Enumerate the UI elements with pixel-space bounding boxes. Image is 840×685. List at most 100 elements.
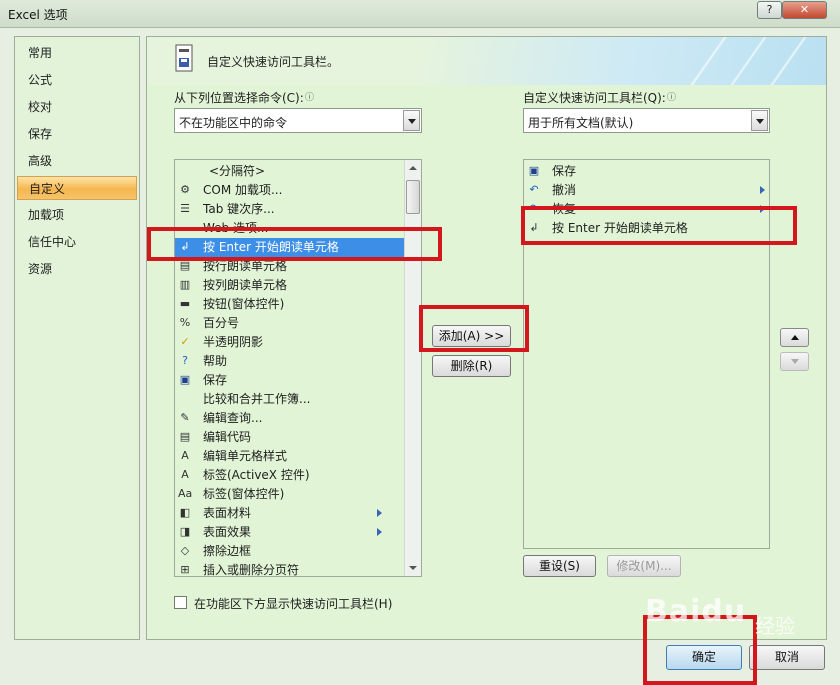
speak-on-enter-icon: ↲ xyxy=(529,221,539,234)
close-button[interactable]: ✕ xyxy=(782,1,827,19)
reset-button[interactable]: 重设(S) xyxy=(523,555,596,577)
help-button[interactable]: ? xyxy=(757,1,782,19)
list-item-label: 百分号 xyxy=(203,316,240,330)
list-item-label: 恢复 xyxy=(552,202,577,216)
list-item[interactable]: ◇ 擦除边框 xyxy=(175,542,404,561)
list-item[interactable]: ▤ 按行朗读单元格 xyxy=(175,257,404,276)
cancel-button[interactable]: 取消 xyxy=(749,645,825,670)
commands-scrollbar[interactable] xyxy=(404,160,421,576)
list-item-label: 按 Enter 开始朗读单元格 xyxy=(203,240,339,254)
banner-decoration xyxy=(730,37,767,85)
speak-on-enter-icon: ↲ xyxy=(180,240,190,253)
move-down-button[interactable] xyxy=(780,352,809,371)
label-activex-icon: A xyxy=(181,468,189,481)
list-item-label: 标签(窗体控件) xyxy=(203,487,285,501)
show-below-ribbon-label: 在功能区下方显示快速访问工具栏(H) xyxy=(194,597,393,611)
list-item[interactable]: ▤ 编辑代码 xyxy=(175,428,404,447)
baidu-watermark: Baidu xyxy=(645,594,747,629)
move-up-button[interactable] xyxy=(780,328,809,347)
list-item[interactable]: <分隔符> xyxy=(175,162,404,181)
list-item-label: 标签(ActiveX 控件) xyxy=(203,468,310,482)
nav-item[interactable]: 校对 xyxy=(17,95,137,119)
nav-item[interactable]: 资源 xyxy=(17,257,137,281)
scroll-thumb[interactable] xyxy=(406,180,420,214)
speak-by-columns-icon: ▥ xyxy=(179,278,191,291)
list-item[interactable]: ⊞ 插入或删除分页符 xyxy=(175,561,404,577)
list-item[interactable]: ▣ 保存 xyxy=(524,162,769,181)
choose-commands-dropdown[interactable]: 不在功能区中的命令 xyxy=(174,108,422,133)
page-break-icon: ⊞ xyxy=(180,563,190,576)
list-item[interactable]: ☰ Tab 键次序... xyxy=(175,200,404,219)
list-item-label: Web 选项... xyxy=(203,221,269,235)
list-item-label: 按列朗读单元格 xyxy=(203,278,288,292)
list-item[interactable]: ▣ 保存 xyxy=(175,371,404,390)
form-button-icon: ▬ xyxy=(179,297,191,310)
undo-icon: ↶ xyxy=(529,183,539,196)
commands-list[interactable]: <分隔符> ⚙ COM 加载项... ☰ Tab 键次序... Web 选项... ↲ 按 E… xyxy=(174,159,422,577)
info-icon: ⓘ xyxy=(305,93,315,103)
list-item[interactable]: ✓ 半透明阴影 xyxy=(175,333,404,352)
list-item[interactable]: ↲ 按 Enter 开始朗读单元格 xyxy=(524,219,769,238)
options-nav: 常用公式校对保存高级自定义加载项信任中心资源 xyxy=(14,36,140,640)
modify-button[interactable]: 修改(M)... xyxy=(607,555,681,577)
banner-decoration xyxy=(690,37,727,85)
list-item[interactable]: ◨ 表面效果 xyxy=(175,523,404,542)
nav-item[interactable]: 公式 xyxy=(17,68,137,92)
customize-toolbar-label: 自定义快速访问工具栏(Q): xyxy=(523,91,666,105)
list-item-label: 保存 xyxy=(203,373,228,387)
list-item[interactable]: A 标签(ActiveX 控件) xyxy=(175,466,404,485)
quick-access-toolbar-icon xyxy=(175,44,193,72)
chevron-down-icon[interactable] xyxy=(403,110,420,131)
banner-decoration xyxy=(770,37,807,85)
scroll-up-icon[interactable] xyxy=(405,160,421,176)
chevron-right-icon xyxy=(377,528,382,536)
ok-button[interactable]: 确定 xyxy=(666,645,742,670)
toolbar-items-list[interactable]: ▣ 保存 ↶ 撤消 ↷ 恢复 ↲ 按 Enter 开始朗读单元格 xyxy=(523,159,770,549)
list-item[interactable]: ✎ 编辑查询... xyxy=(175,409,404,428)
nav-item[interactable]: 保存 xyxy=(17,122,137,146)
surface-material-icon: ◧ xyxy=(179,506,191,519)
list-item[interactable]: Web 选项... xyxy=(175,219,404,238)
add-button[interactable]: 添加(A) >> xyxy=(432,325,511,347)
speak-by-rows-icon: ▤ xyxy=(179,259,191,272)
list-item[interactable]: ↲ 按 Enter 开始朗读单元格 xyxy=(175,238,404,257)
scroll-down-icon[interactable] xyxy=(405,560,421,576)
list-item[interactable]: 比较和合并工作簿... xyxy=(175,390,404,409)
label-form-icon: Aa xyxy=(178,487,193,500)
remove-button[interactable]: 删除(R) xyxy=(432,355,511,377)
list-item-label: 半透明阴影 xyxy=(203,335,264,349)
list-item[interactable]: ▬ 按钮(窗体控件) xyxy=(175,295,404,314)
baidu-watermark-suffix: 经验 xyxy=(755,614,795,638)
nav-item[interactable]: 加载项 xyxy=(17,203,137,227)
nav-item[interactable]: 高级 xyxy=(17,149,137,173)
nav-item[interactable]: 常用 xyxy=(17,41,137,65)
list-item-label: 表面效果 xyxy=(203,525,252,539)
list-item[interactable]: ↷ 恢复 xyxy=(524,200,769,219)
list-item[interactable]: ⚙ COM 加载项... xyxy=(175,181,404,200)
list-item-label: 插入或删除分页符 xyxy=(203,563,300,577)
list-item[interactable]: ▥ 按列朗读单元格 xyxy=(175,276,404,295)
title-bar: Excel 选项 ? ✕ xyxy=(0,0,840,28)
surface-effect-icon: ◨ xyxy=(179,525,191,538)
cell-style-icon: A xyxy=(181,449,189,462)
list-item[interactable]: ? 帮助 xyxy=(175,352,404,371)
list-item-label: 表面材料 xyxy=(203,506,252,520)
chevron-right-icon xyxy=(760,205,765,213)
list-item[interactable]: ◧ 表面材料 xyxy=(175,504,404,523)
redo-icon: ↷ xyxy=(529,202,539,215)
list-item-label: 按 Enter 开始朗读单元格 xyxy=(552,221,688,235)
save-icon: ▣ xyxy=(179,373,191,386)
customize-scope-value: 用于所有文档(默认) xyxy=(528,116,634,130)
list-item-label: 撤消 xyxy=(552,183,577,197)
nav-item[interactable]: 信任中心 xyxy=(17,230,137,254)
list-item[interactable]: ↶ 撤消 xyxy=(524,181,769,200)
chevron-down-icon[interactable] xyxy=(751,110,768,131)
list-item[interactable]: A 编辑单元格样式 xyxy=(175,447,404,466)
show-below-ribbon-checkbox[interactable] xyxy=(174,596,187,609)
nav-item[interactable]: 自定义 xyxy=(17,176,137,200)
list-item[interactable]: % 百分号 xyxy=(175,314,404,333)
eraser-icon: ◇ xyxy=(180,544,190,557)
list-item[interactable]: Aa 标签(窗体控件) xyxy=(175,485,404,504)
customize-scope-dropdown[interactable]: 用于所有文档(默认) xyxy=(523,108,770,133)
save-icon: ▣ xyxy=(528,164,540,177)
